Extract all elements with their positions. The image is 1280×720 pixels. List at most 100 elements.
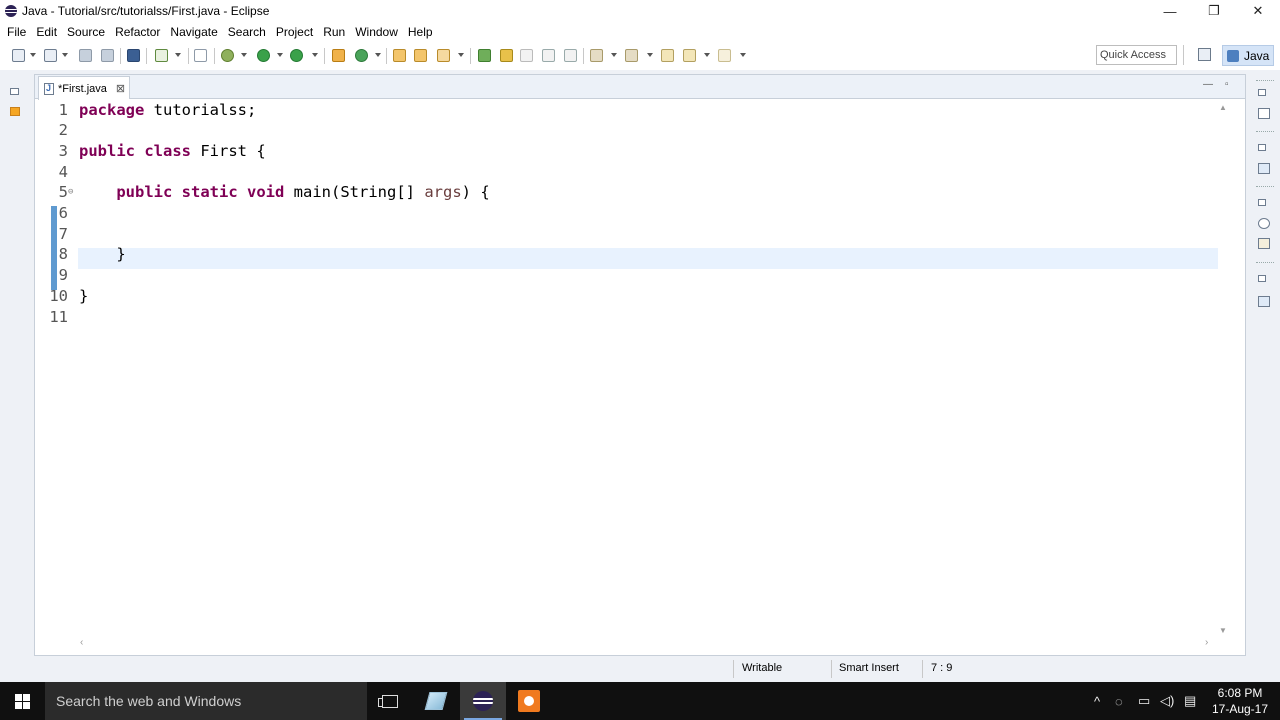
menu-search[interactable]: Search: [223, 25, 271, 39]
menu-source[interactable]: Source: [62, 25, 110, 39]
back-dropdown-arrow[interactable]: [704, 53, 710, 57]
new-class-icon[interactable]: [355, 49, 368, 62]
quick-access-input[interactable]: Quick Access: [1096, 45, 1177, 65]
menu-run[interactable]: Run: [318, 25, 350, 39]
next-annotation-icon[interactable]: [590, 49, 603, 62]
console-view-icon[interactable]: [1258, 296, 1270, 307]
toggle-mark-icon[interactable]: [155, 49, 168, 62]
previous-annotation-icon[interactable]: [625, 49, 638, 62]
fold-collapse-icon[interactable]: ⊖: [68, 187, 73, 197]
tab-first-java[interactable]: *First.java ⊠: [38, 76, 130, 100]
restore-icon[interactable]: [1258, 89, 1266, 96]
open-task-icon[interactable]: [414, 49, 427, 62]
coverage-dropdown-arrow[interactable]: [312, 53, 318, 57]
code-line[interactable]: 6: [48, 203, 68, 224]
java-perspective-button[interactable]: Java: [1222, 45, 1274, 66]
task-list-icon[interactable]: [1258, 163, 1270, 174]
next-annotation-dropdown-arrow[interactable]: [611, 53, 617, 57]
debug-dropdown-arrow[interactable]: [241, 53, 247, 57]
back-icon[interactable]: [683, 49, 696, 62]
java-perspective-label: Java: [1244, 48, 1270, 63]
network-icon[interactable]: ◌: [1115, 682, 1123, 720]
scroll-down-icon[interactable]: ▼: [1219, 626, 1227, 635]
terminal-icon[interactable]: [127, 49, 140, 62]
menu-navigate[interactable]: Navigate: [165, 25, 222, 39]
code-line[interactable]: 8 }: [48, 244, 126, 265]
code-line[interactable]: 1 package tutorialss;: [48, 99, 257, 120]
code-line[interactable]: 9: [48, 265, 68, 286]
taskbar-clock[interactable]: 6:08 PM 17-Aug-17: [1205, 685, 1275, 717]
recorder-taskbar-button[interactable]: [506, 682, 552, 720]
new-icon[interactable]: [12, 49, 25, 62]
close-button[interactable]: ✕: [1236, 0, 1280, 22]
new-wizard-icon[interactable]: [44, 49, 57, 62]
outline-view-icon[interactable]: [1258, 108, 1270, 119]
code-line[interactable]: 4: [48, 161, 68, 182]
eclipse-taskbar-button[interactable]: [460, 682, 506, 720]
restore-icon[interactable]: [1258, 275, 1266, 282]
javadoc-icon[interactable]: [1258, 218, 1270, 229]
task-view-button[interactable]: [367, 682, 413, 720]
close-tab-icon[interactable]: ⊠: [116, 82, 125, 95]
new-wizard-dropdown-arrow[interactable]: [62, 53, 68, 57]
notifications-icon[interactable]: ▤: [1184, 682, 1196, 720]
battery-icon[interactable]: ▭: [1138, 682, 1150, 720]
start-button[interactable]: [0, 682, 45, 720]
coverage-icon[interactable]: [290, 49, 303, 62]
scroll-left-icon[interactable]: ‹: [80, 637, 83, 648]
restore-icon[interactable]: [10, 88, 19, 95]
code-line[interactable]: 7: [48, 223, 68, 244]
open-type-icon[interactable]: [393, 49, 406, 62]
new-java-package-icon[interactable]: [332, 49, 345, 62]
code-line[interactable]: 11: [48, 306, 68, 327]
block-selection-icon[interactable]: [520, 49, 533, 62]
skip-breakpoints-icon[interactable]: [194, 49, 207, 62]
mark-dropdown-arrow[interactable]: [175, 53, 181, 57]
code-line[interactable]: 3 public class First {: [48, 140, 266, 161]
maximize-button[interactable]: ❐: [1192, 0, 1236, 22]
debug-icon[interactable]: [221, 49, 234, 62]
last-edit-location-icon[interactable]: [661, 49, 674, 62]
maximize-editor-icon[interactable]: ▫: [1225, 79, 1229, 90]
restore-icon[interactable]: [1258, 144, 1266, 151]
word-wrap-icon[interactable]: [542, 49, 555, 62]
code-line[interactable]: 10}: [48, 285, 88, 306]
forward-dropdown-arrow[interactable]: [740, 53, 746, 57]
search-dropdown-arrow[interactable]: [458, 53, 464, 57]
code-line[interactable]: 5 ⊖ public static void main(String[] args…: [48, 182, 490, 203]
new-class-dropdown-arrow[interactable]: [375, 53, 381, 57]
menu-file[interactable]: File: [2, 25, 31, 39]
forward-icon[interactable]: [718, 49, 731, 62]
run-dropdown-arrow[interactable]: [277, 53, 283, 57]
menu-project[interactable]: Project: [271, 25, 318, 39]
file-explorer-button[interactable]: [413, 682, 459, 720]
save-icon[interactable]: [79, 49, 92, 62]
horizontal-scrollbar[interactable]: ‹ ›: [48, 637, 1218, 651]
package-explorer-icon[interactable]: [10, 107, 20, 116]
minimize-button[interactable]: —: [1148, 0, 1192, 22]
menu-refactor[interactable]: Refactor: [110, 25, 165, 39]
open-perspective-icon[interactable]: [1198, 48, 1211, 61]
run-icon[interactable]: [257, 49, 270, 62]
save-all-icon[interactable]: [101, 49, 114, 62]
volume-icon[interactable]: ◁): [1160, 682, 1174, 720]
declaration-icon[interactable]: [1258, 238, 1270, 249]
code-line[interactable]: 2: [48, 120, 68, 141]
scroll-right-icon[interactable]: ›: [1205, 637, 1208, 648]
menu-window[interactable]: Window: [350, 25, 403, 39]
previous-annotation-dropdown-arrow[interactable]: [647, 53, 653, 57]
show-whitespace-icon[interactable]: [564, 49, 577, 62]
menu-help[interactable]: Help: [403, 25, 438, 39]
annotation-icon[interactable]: [478, 49, 491, 62]
taskbar-search-box[interactable]: Search the web and Windows: [45, 682, 367, 720]
menu-edit[interactable]: Edit: [31, 25, 62, 39]
highlight-icon[interactable]: [500, 49, 513, 62]
show-hidden-icons-chevron-icon[interactable]: ^: [1094, 682, 1100, 720]
scroll-up-icon[interactable]: ▲: [1219, 103, 1227, 112]
restore-icon[interactable]: [1258, 199, 1266, 206]
vertical-scrollbar[interactable]: ▲ ▼: [1218, 99, 1230, 639]
minimize-editor-icon[interactable]: —: [1203, 79, 1213, 90]
search-icon[interactable]: [437, 49, 450, 62]
new-dropdown-arrow[interactable]: [30, 53, 36, 57]
code-area[interactable]: 1 package tutorialss; 2 3 public class First…: [48, 99, 1218, 639]
